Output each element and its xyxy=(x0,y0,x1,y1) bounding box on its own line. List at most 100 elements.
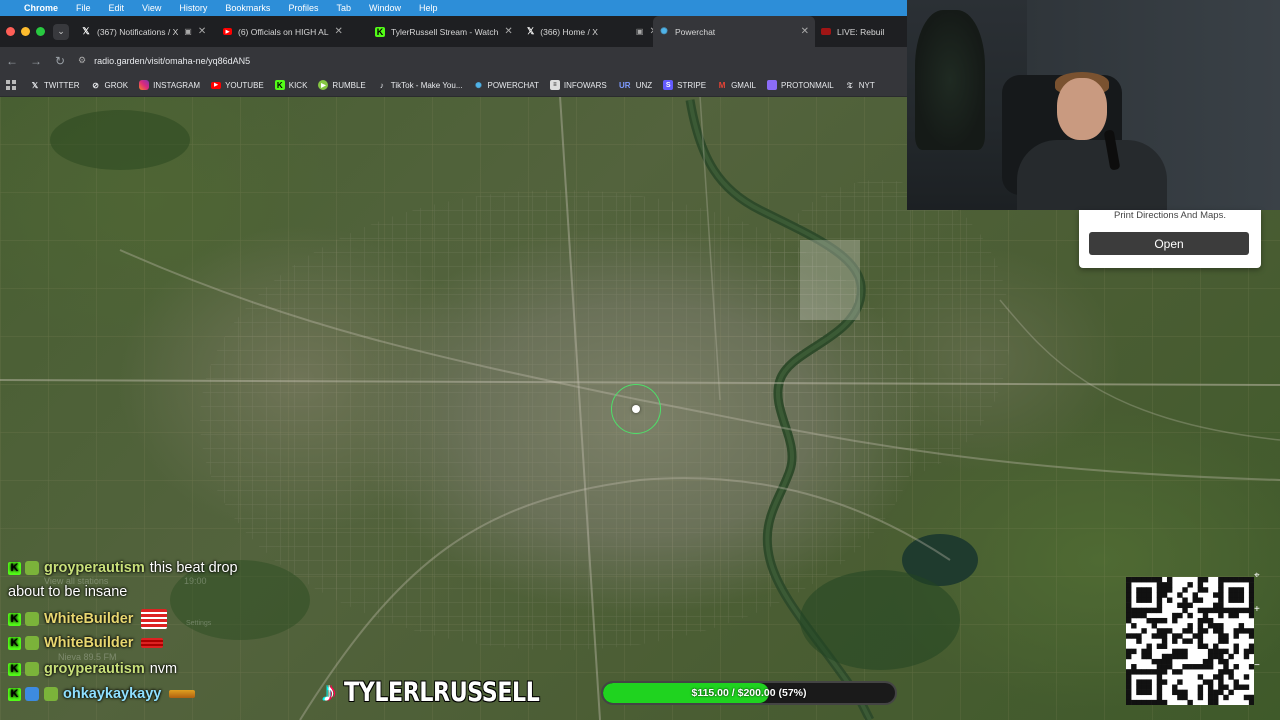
bookmark-tiktok[interactable]: ♪ TikTok - Make You... xyxy=(377,80,463,90)
station-marker[interactable] xyxy=(611,384,661,434)
qr-module xyxy=(1218,684,1224,690)
bookmark-label: RUMBLE xyxy=(332,80,366,90)
menu-tab[interactable]: Tab xyxy=(336,3,351,13)
qr-module xyxy=(1146,607,1152,614)
tab-live[interactable]: LIVE: Rebuil xyxy=(815,16,893,47)
qr-module xyxy=(1131,699,1137,706)
menu-help[interactable]: Help xyxy=(419,3,438,13)
qr-module xyxy=(1131,669,1137,675)
tab-kick-stream[interactable]: K TylerRussell Stream - Watch ✕ xyxy=(369,16,521,47)
qr-code-pattern xyxy=(1126,577,1255,706)
menu-window[interactable]: Window xyxy=(369,3,401,13)
qr-module xyxy=(1182,664,1188,670)
qr-module xyxy=(1233,628,1239,634)
apps-grid-icon[interactable] xyxy=(6,80,16,90)
menu-view[interactable]: View xyxy=(142,3,161,13)
tab-search-chevron-icon[interactable]: ⌄ xyxy=(53,23,69,40)
open-button[interactable]: Open xyxy=(1089,232,1249,255)
qr-module xyxy=(1136,592,1142,598)
pepe-badge-icon xyxy=(25,612,39,626)
bookmark-infowars[interactable]: ≡ INFOWARS xyxy=(549,80,607,90)
tab-close-icon[interactable]: ✕ xyxy=(335,26,343,37)
minimize-window-button[interactable] xyxy=(21,27,30,36)
chat-username[interactable]: WhiteBuilder xyxy=(44,611,133,627)
reload-icon[interactable]: ↻ xyxy=(48,54,72,68)
menu-profiles[interactable]: Profiles xyxy=(288,3,318,13)
menu-bookmarks[interactable]: Bookmarks xyxy=(225,3,270,13)
bookmarks-bar: 𝕏 TWITTER ⊘ GROK INSTAGRAM ▶ YOUTUBE K KICK … xyxy=(0,74,907,97)
zoom-window-button[interactable] xyxy=(36,27,45,36)
qr-module xyxy=(1192,664,1198,670)
chat-username[interactable]: groyperautism xyxy=(44,560,145,576)
bookmark-youtube[interactable]: ▶ YOUTUBE xyxy=(211,81,264,90)
qr-module xyxy=(1172,669,1178,675)
menu-file[interactable]: File xyxy=(76,3,91,13)
qr-module xyxy=(1156,689,1163,696)
qr-module xyxy=(1187,664,1193,670)
tab-close-icon[interactable]: ✕ xyxy=(801,26,809,37)
back-icon[interactable]: ← xyxy=(0,54,24,68)
bookmark-label: UNZ xyxy=(635,80,653,90)
qr-module xyxy=(1238,597,1245,603)
qr-module xyxy=(1156,669,1163,675)
qr-module xyxy=(1177,669,1183,675)
qr-module xyxy=(1146,699,1152,706)
qr-module xyxy=(1187,623,1193,629)
qr-module xyxy=(1233,643,1239,649)
map-zoom-in-icon[interactable]: + xyxy=(1254,604,1260,615)
bookmark-rumble[interactable]: ▶ RUMBLE xyxy=(318,80,366,90)
menu-edit[interactable]: Edit xyxy=(109,3,125,13)
tab-youtube[interactable]: ▶ (6) Officials on HIGH AL ✕ xyxy=(217,16,369,47)
qr-module xyxy=(1126,617,1132,624)
bookmark-twitter[interactable]: 𝕏 TWITTER xyxy=(30,80,80,90)
menu-app-name[interactable]: Chrome xyxy=(24,3,58,13)
chat-username[interactable]: ohkaykaykayy xyxy=(63,686,161,702)
qr-module xyxy=(1213,674,1219,680)
qr-module xyxy=(1213,643,1219,649)
tab-close-icon[interactable]: ✕ xyxy=(504,26,512,37)
qr-module xyxy=(1218,638,1224,644)
qr-module xyxy=(1161,628,1168,634)
qr-module xyxy=(1136,638,1142,644)
bookmark-grok[interactable]: ⊘ GROK xyxy=(91,80,128,90)
menu-history[interactable]: History xyxy=(179,3,207,13)
bookmark-label: TWITTER xyxy=(44,80,80,90)
bookmark-unz[interactable]: UR UNZ xyxy=(618,80,652,90)
bookmark-powerchat[interactable]: ✺ POWERCHAT xyxy=(474,80,539,90)
close-window-button[interactable] xyxy=(6,27,15,36)
qr-module xyxy=(1172,648,1178,655)
qr-module xyxy=(1218,633,1224,639)
qr-module xyxy=(1197,582,1204,588)
chat-username[interactable]: groyperautism xyxy=(44,661,145,677)
qr-module xyxy=(1126,597,1132,603)
bookmark-instagram[interactable]: INSTAGRAM xyxy=(139,80,200,90)
map-zoom-out-icon[interactable]: − xyxy=(1254,660,1260,671)
qr-module xyxy=(1228,587,1234,593)
qr-module xyxy=(1151,669,1158,675)
tab-home-x[interactable]: 𝕏 (366) Home / X ▣ ✕ xyxy=(521,16,653,47)
qr-module xyxy=(1218,623,1224,629)
qr-module xyxy=(1161,633,1168,639)
tab-close-icon[interactable]: ✕ xyxy=(198,26,206,37)
chat-username[interactable]: WhiteBuilder xyxy=(44,635,133,651)
bookmark-gmail[interactable]: M GMAIL xyxy=(717,80,756,90)
map-locate-icon[interactable]: ⌖ xyxy=(1254,570,1260,581)
qr-module xyxy=(1166,582,1173,588)
bookmark-nyt[interactable]: 𝔗 NYT xyxy=(845,80,875,90)
bookmark-label: NYT xyxy=(858,80,875,90)
qr-module xyxy=(1156,607,1163,614)
kick-icon: K xyxy=(8,687,21,701)
forward-icon[interactable]: → xyxy=(24,54,48,68)
bookmark-protonmail[interactable]: PROTONMAIL xyxy=(766,80,834,90)
url-field[interactable]: ⚙ radio.garden/visit/omaha-ne/yq86dAN5 xyxy=(78,55,250,66)
station-dot[interactable] xyxy=(632,405,640,413)
tab-powerchat[interactable]: ✺ Powerchat ✕ xyxy=(653,16,815,47)
bookmark-kick[interactable]: K KICK xyxy=(274,80,307,90)
qr-module xyxy=(1197,587,1204,593)
bookmark-stripe[interactable]: S STRIPE xyxy=(663,80,706,90)
qr-module xyxy=(1233,607,1239,614)
qr-module xyxy=(1213,689,1219,696)
tab-notifications-x[interactable]: 𝕏 (367) Notifications / X ▣ ✕ xyxy=(75,16,217,47)
site-info-icon[interactable]: ⚙ xyxy=(78,55,86,66)
qr-module xyxy=(1192,592,1198,598)
